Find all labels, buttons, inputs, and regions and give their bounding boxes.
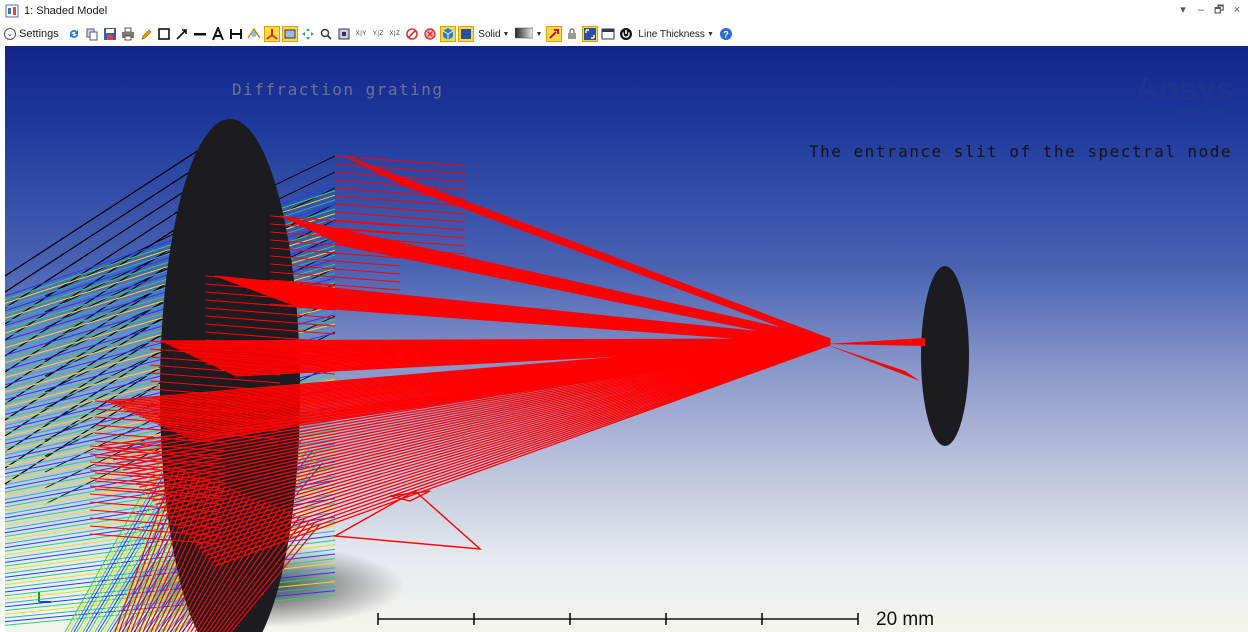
lock-icon[interactable] — [564, 26, 580, 42]
scale-label: 20 mm — [876, 609, 935, 630]
window-icon[interactable] — [600, 26, 616, 42]
diffracted-ray — [334, 163, 466, 175]
ansys-watermark: Ansys — [1135, 70, 1235, 107]
line-icon[interactable] — [192, 26, 208, 42]
xy-view-button[interactable]: X|Y — [354, 26, 369, 42]
slit-label: The entrance slit of the spectral node — [809, 142, 1233, 161]
slit-rays — [825, 338, 925, 381]
scale-bar — [377, 613, 859, 625]
axes-icon[interactable] — [263, 26, 280, 42]
svg-text:?: ? — [723, 30, 729, 40]
dimension-icon[interactable] — [228, 26, 244, 42]
viewer-toolbar: ⌄ Settings X|Y Y|Z X|Z Solid ▼ ▼ Line Thi… — [0, 22, 1248, 46]
dropdown-arrow-icon: ▼ — [535, 30, 543, 38]
diffracted-ray — [334, 187, 466, 199]
zoom-icon[interactable] — [318, 26, 334, 42]
color-dropdown[interactable]: ▼ — [515, 27, 542, 42]
power-icon[interactable] — [618, 26, 634, 42]
minimize-button[interactable]: – — [1196, 4, 1206, 16]
xz-view-button[interactable]: X|Z — [388, 26, 403, 42]
fit-icon[interactable] — [336, 26, 352, 42]
pointer-icon[interactable] — [546, 26, 563, 42]
window-menu-button[interactable]: ▾ — [1178, 4, 1188, 16]
print-icon[interactable] — [120, 26, 136, 42]
window-title: 1: Shaded Model — [24, 5, 108, 17]
copy-icon[interactable] — [84, 26, 100, 42]
reset-icon[interactable] — [422, 26, 438, 42]
optical-scene — [5, 119, 969, 632]
rectangle-icon[interactable] — [156, 26, 172, 42]
save-icon[interactable] — [102, 26, 118, 42]
zoom-window-icon[interactable] — [281, 26, 298, 42]
help-icon[interactable]: ? — [718, 26, 734, 42]
stray-rays — [332, 490, 483, 550]
chevron-circle-icon: ⌄ — [4, 28, 16, 40]
color-icon — [515, 27, 534, 42]
window-titlebar: 1: Shaded Model ▾ – 🗗 × — [0, 0, 1248, 22]
restore-button[interactable]: 🗗 — [1214, 4, 1224, 16]
solid-cube-icon[interactable] — [458, 26, 475, 42]
fullscreen-icon[interactable] — [582, 26, 599, 42]
ansys-version: 2023 R1 — [1175, 108, 1225, 123]
solid-label: Solid — [478, 28, 501, 40]
diffracted-ray — [269, 215, 401, 227]
yz-view-button[interactable]: Y|Z — [371, 26, 386, 42]
grating-label: Diffraction grating — [232, 80, 444, 99]
line-thickness-dropdown[interactable]: Line Thickness ▼ — [638, 29, 713, 40]
settings-label: Settings — [19, 28, 59, 40]
diffracted-ray — [334, 219, 466, 231]
axis-triad-icon — [38, 592, 51, 603]
entrance-slit — [921, 266, 969, 446]
app-icon — [4, 3, 20, 19]
shaded-cube-icon[interactable] — [440, 26, 457, 42]
settings-button[interactable]: ⌄ Settings — [4, 28, 59, 40]
dropdown-arrow-icon: ▼ — [706, 30, 714, 38]
diffracted-ray — [334, 203, 466, 215]
text-icon[interactable] — [210, 26, 226, 42]
diffracted-ray — [344, 245, 831, 346]
no-draw-icon[interactable] — [404, 26, 420, 42]
arrow-icon[interactable] — [174, 26, 190, 42]
solid-dropdown[interactable]: Solid ▼ — [478, 29, 509, 40]
pan-icon[interactable] — [300, 26, 316, 42]
refresh-icon[interactable] — [66, 26, 82, 42]
dropdown-arrow-icon: ▼ — [502, 30, 510, 38]
window-controls: ▾ – 🗗 × — [1178, 4, 1242, 16]
pencil-icon[interactable] — [138, 26, 154, 42]
diffracted-ray — [334, 211, 466, 223]
rotate-icon[interactable] — [246, 26, 262, 42]
shaded-model-viewport[interactable]: Ansys 2023 R1 Diffraction grating The en… — [5, 46, 1248, 632]
line-thickness-label: Line Thickness — [638, 28, 705, 40]
close-button[interactable]: × — [1232, 4, 1242, 16]
